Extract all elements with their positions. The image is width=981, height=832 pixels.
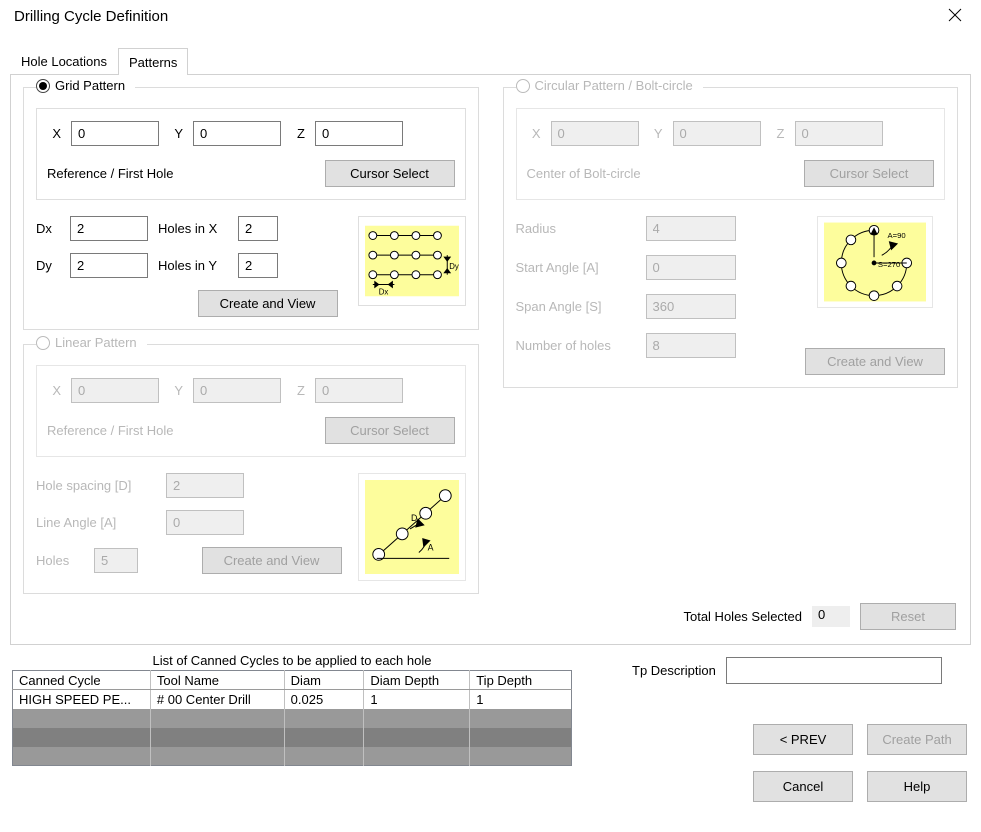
linear-cursor-select-button: Cursor Select [325,417,455,444]
linear-z-label: Z [291,383,305,398]
cycles-table[interactable]: Canned Cycle Tool Name Diam Diam Depth T… [12,670,572,766]
circ-radius-input [646,216,736,241]
linear-z-input [315,378,403,403]
linear-diagram: D A [358,473,466,581]
total-holes-label: Total Holes Selected [683,609,802,624]
prev-button[interactable]: < PREV [753,724,853,755]
circ-radius-label: Radius [516,221,636,236]
tab-patterns[interactable]: Patterns [118,48,188,75]
circ-x-label: X [527,126,541,141]
grid-pattern-section: Grid Pattern X Y Z Referenc [23,87,479,330]
circ-y-label: Y [649,126,663,141]
grid-y-label: Y [169,126,183,141]
grid-x-label: X [47,126,61,141]
table-row[interactable]: HIGH SPEED PE... # 00 Center Drill 0.025… [13,690,572,709]
grid-dx-input[interactable] [70,216,148,241]
col-diam-depth[interactable]: Diam Depth [364,671,470,690]
linear-spacing-label: Hole spacing [D] [36,478,156,493]
grid-x-input[interactable] [71,121,159,146]
circ-z-label: Z [771,126,785,141]
svg-text:D: D [411,513,417,523]
cancel-button[interactable]: Cancel [753,771,853,802]
cell-tip-depth: 1 [470,690,572,709]
reset-button: Reset [860,603,956,630]
tp-description-input[interactable] [726,657,942,684]
linear-holes-input [94,548,138,573]
grid-holesy-input[interactable] [238,253,278,278]
total-holes-value: 0 [812,606,850,627]
circ-span-input [646,294,736,319]
col-tool-name[interactable]: Tool Name [150,671,284,690]
grid-z-label: Z [291,126,305,141]
grid-dy-label: Dy [36,258,60,273]
cell-canned-cycle: HIGH SPEED PE... [13,690,151,709]
linear-x-label: X [47,383,61,398]
circ-num-label: Number of holes [516,338,636,353]
tab-hole-locations[interactable]: Hole Locations [10,47,118,74]
linear-pattern-label: Linear Pattern [55,335,137,350]
cycles-caption: List of Canned Cycles to be applied to e… [12,653,572,668]
circ-center-label: Center of Bolt-circle [527,166,641,181]
create-path-button: Create Path [867,724,967,755]
circ-cursor-select-button: Cursor Select [804,160,934,187]
linear-x-input [71,378,159,403]
col-diam[interactable]: Diam [284,671,364,690]
linear-ref-label: Reference / First Hole [47,423,173,438]
svg-text:Dx: Dx [378,287,388,296]
cell-diam: 0.025 [284,690,364,709]
circ-start-input [646,255,736,280]
linear-angle-label: Line Angle [A] [36,515,156,530]
cell-tool-name: # 00 Center Drill [150,690,284,709]
circ-num-input [646,333,736,358]
svg-text:S=270: S=270 [878,260,900,269]
grid-z-input[interactable] [315,121,403,146]
grid-dy-input[interactable] [70,253,148,278]
circ-start-label: Start Angle [A] [516,260,636,275]
linear-holes-label: Holes [36,553,84,568]
svg-text:A=90: A=90 [888,231,906,240]
grid-pattern-radio[interactable] [36,79,50,93]
grid-create-view-button[interactable]: Create and View [198,290,338,317]
circ-diagram: A=90 S=270 [817,216,933,308]
linear-pattern-section: Linear Pattern X Y Z Refere [23,344,479,594]
grid-holesx-input[interactable] [238,216,278,241]
tab-strip: Hole Locations Patterns [10,47,971,75]
circ-x-input [551,121,639,146]
help-button[interactable]: Help [867,771,967,802]
grid-holesy-label: Holes in Y [158,258,228,273]
linear-create-view-button: Create and View [202,547,342,574]
grid-dx-label: Dx [36,221,60,236]
window-title: Drilling Cycle Definition [14,8,168,25]
close-icon[interactable] [943,8,967,25]
cell-diam-depth: 1 [364,690,470,709]
circ-y-input [673,121,761,146]
linear-angle-input [166,510,244,535]
circ-span-label: Span Angle [S] [516,299,636,314]
grid-pattern-label: Grid Pattern [55,78,125,93]
circular-pattern-section: Circular Pattern / Bolt-circle X Y Z [503,87,959,388]
grid-ref-label: Reference / First Hole [47,166,173,181]
svg-text:A: A [427,543,433,553]
linear-pattern-radio[interactable] [36,336,50,350]
grid-y-input[interactable] [193,121,281,146]
col-tip-depth[interactable]: Tip Depth [470,671,572,690]
linear-y-input [193,378,281,403]
svg-text:Dy: Dy [449,262,459,271]
linear-y-label: Y [169,383,183,398]
circular-pattern-radio[interactable] [516,79,530,93]
grid-cursor-select-button[interactable]: Cursor Select [325,160,455,187]
linear-spacing-input [166,473,244,498]
grid-diagram: Dy Dx [358,216,466,306]
circ-create-view-button: Create and View [805,348,945,375]
grid-holesx-label: Holes in X [158,221,228,236]
tp-description-label: Tp Description [632,663,716,678]
col-canned-cycle[interactable]: Canned Cycle [13,671,151,690]
circ-z-input [795,121,883,146]
circular-pattern-label: Circular Pattern / Bolt-circle [535,78,693,93]
